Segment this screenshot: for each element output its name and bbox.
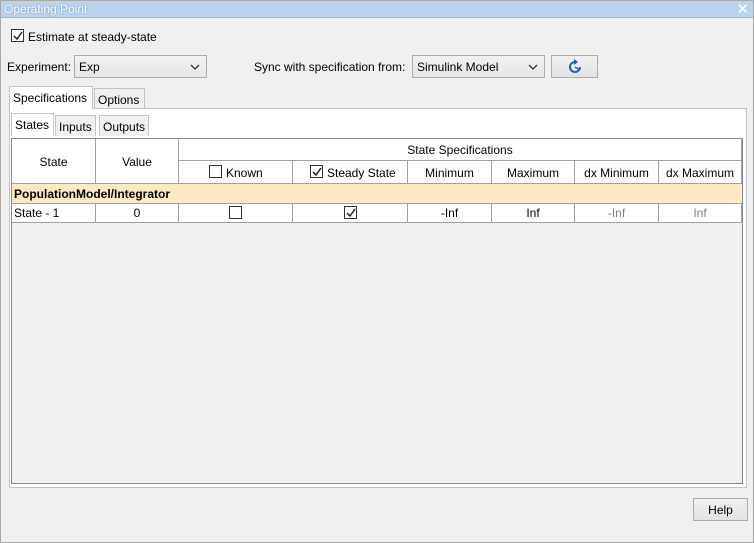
steady-state-checkbox[interactable]: [344, 206, 357, 219]
sync-label: Sync with specification from:: [254, 60, 406, 74]
col-header-maximum: Maximum: [492, 161, 575, 184]
tab-options-label: Options: [98, 93, 140, 107]
state-spec-table: State Value State Specifications Known S…: [11, 138, 743, 484]
col-header-state: State: [12, 139, 96, 184]
cell-dx-maximum: Inf: [659, 204, 742, 223]
tab-options[interactable]: Options: [94, 88, 145, 109]
steady-state-all-checkbox[interactable]: [310, 165, 323, 178]
col-header-minimum: Minimum: [408, 161, 492, 184]
col-header-steady-state-label: Steady State: [327, 166, 396, 180]
estimate-steady-state-checkbox[interactable]: [11, 29, 24, 42]
estimate-steady-state-label: Estimate at steady-state: [28, 30, 157, 44]
cell-value[interactable]: 0: [96, 204, 179, 223]
group-row-integrator: PopulationModel/Integrator: [12, 184, 742, 204]
col-header-value: Value: [96, 139, 179, 184]
refresh-icon: [566, 58, 584, 79]
cell-known: [179, 204, 293, 223]
cell-state: State - 1: [12, 204, 96, 223]
help-button[interactable]: Help: [693, 498, 748, 521]
window-title: Operating Point: [4, 2, 88, 16]
known-all-checkbox[interactable]: [209, 165, 222, 178]
cell-steady-state: [293, 204, 408, 223]
col-header-known-label: Known: [226, 166, 263, 180]
tab-inputs-label: Inputs: [59, 120, 92, 134]
col-header-dx-minimum: dx Minimum: [575, 161, 659, 184]
cell-maximum[interactable]: Inf: [492, 204, 575, 223]
tab-specifications[interactable]: Specifications: [9, 86, 93, 109]
cell-dx-minimum: -Inf: [575, 204, 659, 223]
operating-point-window: Operating Point ✕ Estimate at steady-sta…: [0, 0, 754, 543]
tab-inputs[interactable]: Inputs: [55, 115, 96, 136]
tab-outputs[interactable]: Outputs: [99, 115, 149, 136]
tab-specifications-label: Specifications: [13, 91, 88, 105]
col-header-steady-state: Steady State: [293, 161, 408, 184]
sync-refresh-button[interactable]: [551, 55, 598, 78]
sync-source-value: Simulink Model: [417, 60, 499, 74]
tab-outputs-label: Outputs: [103, 120, 146, 134]
experiment-dropdown[interactable]: Exp: [74, 55, 207, 78]
chevron-down-icon: [190, 61, 200, 75]
known-checkbox[interactable]: [229, 206, 242, 219]
experiment-value: Exp: [79, 60, 100, 74]
experiment-label: Experiment:: [7, 60, 72, 74]
sync-source-dropdown[interactable]: Simulink Model: [412, 55, 545, 78]
close-icon[interactable]: ✕: [736, 0, 749, 18]
tab-states[interactable]: States: [11, 113, 54, 136]
chevron-down-icon: [528, 61, 538, 75]
col-header-dx-maximum: dx Maximum: [659, 161, 742, 184]
col-header-state-specifications: State Specifications: [179, 139, 742, 161]
col-header-known: Known: [179, 161, 293, 184]
tab-states-label: States: [15, 118, 50, 132]
cell-minimum[interactable]: -Inf: [408, 204, 492, 223]
title-bar: Operating Point ✕: [1, 1, 753, 18]
